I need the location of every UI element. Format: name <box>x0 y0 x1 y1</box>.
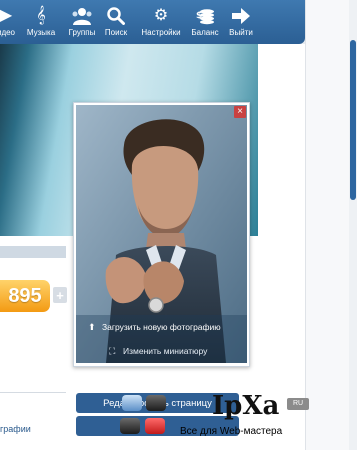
nav-video[interactable]: ▶ идео <box>0 0 18 44</box>
change-thumbnail-label: Изменить миниатюру <box>123 346 208 356</box>
watermark-ru-badge: RU <box>287 398 309 410</box>
nav-search-label: Поиск <box>104 28 128 37</box>
watermark-tagline: Все для Web-мастера <box>180 426 283 437</box>
change-thumbnail-link[interactable]: ⛶ Изменить миниатюру <box>109 346 249 357</box>
profile-right-column <box>258 44 305 450</box>
nav-balance-label: Баланс <box>191 28 219 37</box>
blue-dot-icon <box>122 395 142 411</box>
red-dot-icon <box>145 418 165 434</box>
nav-exit[interactable]: Выйти <box>225 0 257 44</box>
dark-dot-icon <box>120 418 140 434</box>
music-note-icon: 𝄞 <box>36 7 46 24</box>
watermark-logo: IpXa <box>212 391 280 421</box>
coins-icon: $ <box>194 6 216 26</box>
gear-icon: ⚙ <box>153 7 169 24</box>
svg-text:$: $ <box>196 11 202 21</box>
left-divider <box>0 392 66 393</box>
top-navigation-bar: ▶ идео 𝄞 Музыка Группы Поиск ⚙ Настройки… <box>0 0 305 44</box>
dark-dot-icon <box>146 395 166 411</box>
nav-settings-label: Настройки <box>141 28 181 37</box>
nav-settings[interactable]: ⚙ Настройки <box>136 0 186 44</box>
nav-music[interactable]: 𝄞 Музыка <box>23 0 59 44</box>
scrollbar-thumb[interactable] <box>350 40 356 200</box>
search-icon <box>105 6 127 26</box>
nav-exit-label: Выйти <box>229 28 253 37</box>
nav-music-label: Музыка <box>26 28 56 37</box>
groups-icon <box>71 6 93 26</box>
profile-photo-popup: × ⬆ Загрузить новую фотографию ⛶ Изменить … <box>73 102 250 367</box>
crop-icon: ⛶ <box>109 346 116 356</box>
photos-link[interactable]: графии <box>0 424 31 434</box>
nav-balance[interactable]: $ Баланс <box>188 0 222 44</box>
add-points-button[interactable]: + <box>53 287 67 303</box>
upload-photo-link[interactable]: ⬆ Загрузить новую фотографию <box>88 322 248 333</box>
nav-search[interactable]: Поиск <box>101 0 131 44</box>
nav-groups[interactable]: Группы <box>63 0 101 44</box>
profile-divider <box>0 246 66 258</box>
nav-groups-label: Группы <box>68 28 96 37</box>
arrow-right-icon <box>230 6 252 26</box>
upload-photo-label: Загрузить новую фотографию <box>102 322 221 332</box>
points-counter: 895 <box>0 280 50 312</box>
nav-video-label: идео <box>0 28 16 37</box>
upload-arrow-icon: ⬆ <box>88 322 96 332</box>
close-button[interactable]: × <box>234 106 246 118</box>
video-icon: ▶ <box>0 7 13 24</box>
